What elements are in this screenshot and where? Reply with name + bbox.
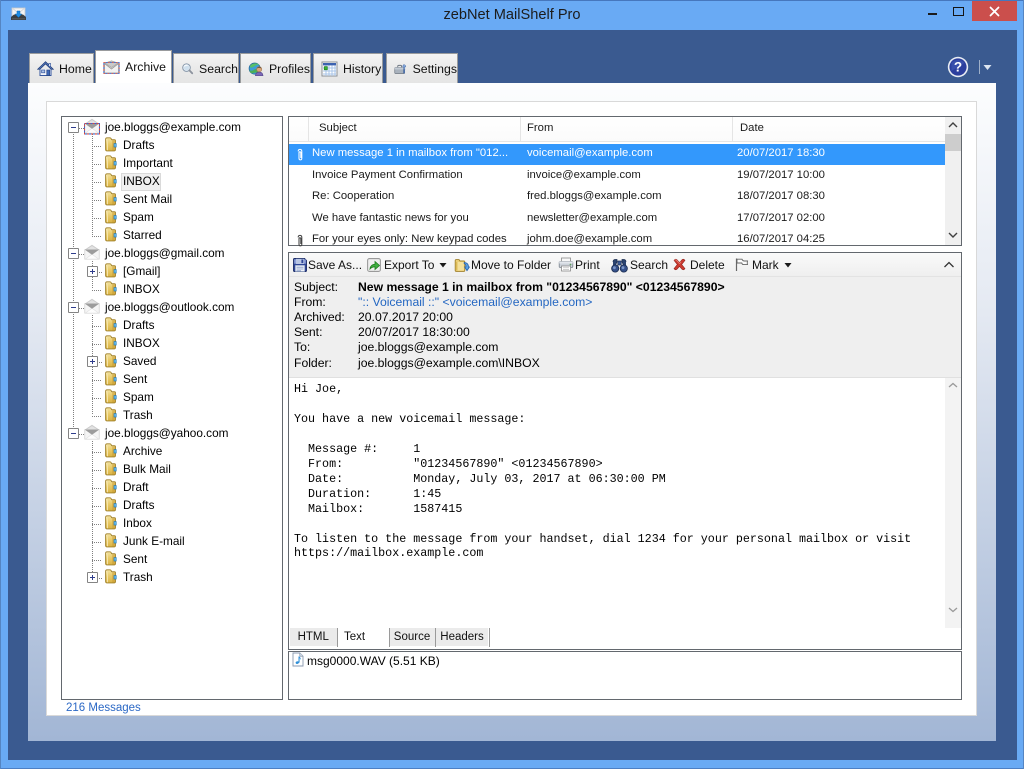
svg-text:?: ?	[954, 59, 962, 74]
